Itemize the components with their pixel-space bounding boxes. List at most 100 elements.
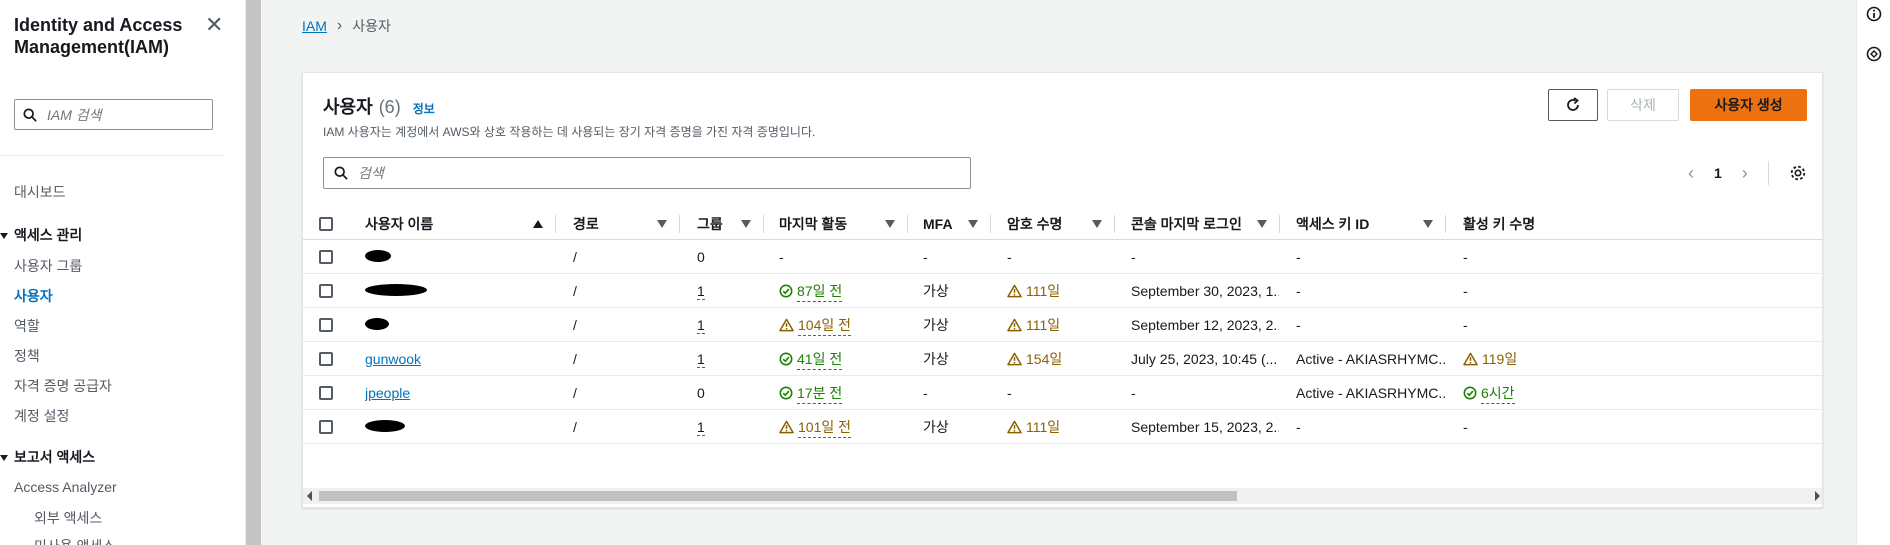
breadcrumb-iam[interactable]: IAM — [302, 18, 327, 34]
warning-triangle-icon — [1463, 352, 1478, 366]
table-row[interactable]: / 1 101일 전 가상 111일 September 15, 2023, 2... - - — [303, 410, 1822, 444]
user-name-link[interactable]: jpeople — [365, 385, 410, 401]
scroll-right-icon[interactable] — [1815, 491, 1820, 501]
column-separator[interactable] — [1279, 215, 1280, 233]
sidebar-item-account-settings[interactable]: 계정 설정 — [14, 406, 69, 426]
horizontal-scrollbar[interactable] — [303, 488, 1822, 504]
column-separator[interactable] — [990, 215, 991, 233]
row-checkbox[interactable] — [319, 284, 333, 298]
cell-last-activity: 101일 전 — [779, 410, 907, 444]
redacted-name — [365, 420, 405, 432]
page-number[interactable]: 1 — [1714, 165, 1722, 181]
sidebar-section-access-reports[interactable]: 보고서 액세스 — [0, 447, 95, 467]
cell-path: / — [573, 249, 577, 265]
col-groups[interactable]: 그룹 — [697, 207, 763, 240]
row-checkbox[interactable] — [319, 318, 333, 332]
sidebar-item-users[interactable]: 사용자 — [14, 286, 53, 306]
cell-last-activity: - — [779, 249, 784, 265]
cell-user-name — [365, 240, 555, 274]
row-checkbox[interactable] — [319, 386, 333, 400]
create-user-button[interactable]: 사용자 생성 — [1690, 89, 1807, 121]
col-active-key-age[interactable]: 활성 키 수명 — [1463, 207, 1603, 240]
delete-button[interactable]: 삭제 — [1607, 89, 1679, 121]
previous-page-icon[interactable]: ‹ — [1688, 163, 1694, 184]
table-row[interactable]: / 1 104일 전 가상 111일 September 12, 2023, 2... - - — [303, 308, 1822, 342]
col-user-name[interactable]: 사용자 이름 — [365, 207, 555, 240]
column-separator[interactable] — [555, 215, 556, 233]
scroll-left-icon[interactable] — [307, 491, 312, 501]
cell-console-last-sign-in: - — [1131, 249, 1136, 265]
row-checkbox[interactable] — [319, 352, 333, 366]
sort-icon — [657, 219, 667, 228]
table-row[interactable]: gunwook / 1 41일 전 가상 154일 July 25, 2023, 10:45… — [303, 342, 1822, 376]
user-name-link[interactable] — [365, 317, 389, 333]
user-search-input[interactable] — [358, 165, 958, 181]
user-name-link[interactable] — [365, 283, 427, 299]
cell-active-key-age: 6시간 — [1463, 376, 1603, 410]
info-link[interactable]: 정보 — [413, 100, 435, 117]
col-label: 마지막 활동 — [779, 215, 848, 232]
sidebar-section-access-management[interactable]: 액세스 관리 — [0, 225, 82, 245]
warning-triangle-icon — [779, 318, 794, 332]
row-checkbox[interactable] — [319, 420, 333, 434]
column-separator[interactable] — [763, 215, 764, 233]
info-icon[interactable] — [1866, 6, 1882, 22]
warning-triangle-icon — [779, 420, 794, 434]
sidebar-item-external-access[interactable]: 외부 액세스 — [34, 508, 102, 528]
group-count[interactable]: 1 — [697, 419, 705, 436]
group-count[interactable]: 1 — [697, 351, 705, 368]
scrollbar-thumb[interactable] — [319, 491, 1237, 501]
col-access-key-id[interactable]: 액세스 키 ID — [1296, 207, 1445, 240]
column-separator[interactable] — [1445, 215, 1446, 233]
sidebar-item-roles[interactable]: 역할 — [14, 316, 40, 336]
table-row[interactable]: / 0 - - - - - - — [303, 240, 1822, 274]
select-all-checkbox[interactable] — [319, 216, 333, 231]
caret-down-icon — [0, 455, 8, 462]
sidebar-search[interactable] — [14, 99, 213, 130]
sidebar-item-unused-access[interactable]: 미사용 액세스 — [34, 536, 115, 545]
sidebar-item-access-analyzer[interactable]: Access Analyzer — [14, 479, 117, 495]
user-name-link[interactable]: gunwook — [365, 351, 421, 367]
sidebar-item-dashboard[interactable]: 대시보드 — [14, 182, 66, 202]
cell-mfa: 가상 — [923, 283, 949, 299]
group-count[interactable]: 1 — [697, 283, 705, 300]
status-success: 17분 전 — [779, 383, 843, 404]
user-name-link[interactable] — [365, 249, 391, 265]
sidebar-item-user-groups[interactable]: 사용자 그룹 — [14, 256, 82, 276]
col-path[interactable]: 경로 — [573, 207, 679, 240]
refresh-button[interactable] — [1548, 89, 1598, 121]
status-warning: 111일 — [1007, 315, 1060, 335]
close-icon[interactable]: ✕ — [205, 14, 223, 36]
sidebar-scrollbar[interactable] — [246, 0, 261, 545]
sidebar: Identity and Access Management(IAM) ✕ 대시… — [0, 0, 246, 545]
user-name-link[interactable] — [365, 419, 405, 435]
col-console-last-sign-in[interactable]: 콘솔 마지막 로그인 — [1131, 207, 1279, 240]
table-row[interactable]: jpeople / 0 17분 전 - - - Active - AKIASRHYMC... 6… — [303, 376, 1822, 410]
group-count: 0 — [697, 385, 705, 401]
cell-last-activity: 87일 전 — [779, 274, 907, 308]
row-checkbox[interactable] — [319, 250, 333, 264]
column-separator[interactable] — [679, 215, 680, 233]
status-success: 41일 전 — [779, 349, 843, 370]
col-mfa[interactable]: MFA — [923, 207, 990, 240]
cell-password-age: - — [1007, 249, 1012, 265]
column-separator[interactable] — [907, 215, 908, 233]
cell-mfa: - — [923, 385, 928, 401]
sidebar-search-input[interactable] — [47, 106, 197, 123]
table-row[interactable]: / 1 87일 전 가상 111일 September 30, 2023, 1... - - — [303, 274, 1822, 308]
sidebar-item-policies[interactable]: 정책 — [14, 346, 40, 366]
column-separator[interactable] — [1114, 215, 1115, 233]
sidebar-item-identity-providers[interactable]: 자격 증명 공급자 — [14, 376, 112, 396]
col-label: 콘솔 마지막 로그인 — [1131, 215, 1242, 232]
sort-icon — [1423, 219, 1433, 228]
cell-groups: 1 — [697, 308, 763, 342]
col-password-age[interactable]: 암호 수명 — [1007, 207, 1114, 240]
sidebar-section-label: 보고서 액세스 — [14, 449, 96, 465]
support-icon[interactable] — [1866, 46, 1882, 62]
next-page-icon[interactable]: › — [1742, 163, 1748, 184]
group-count[interactable]: 1 — [697, 317, 705, 334]
gear-icon[interactable] — [1789, 164, 1807, 182]
col-last-activity[interactable]: 마지막 활동 — [779, 207, 907, 240]
cell-password-age: - — [1007, 385, 1012, 401]
user-search[interactable] — [323, 157, 971, 189]
